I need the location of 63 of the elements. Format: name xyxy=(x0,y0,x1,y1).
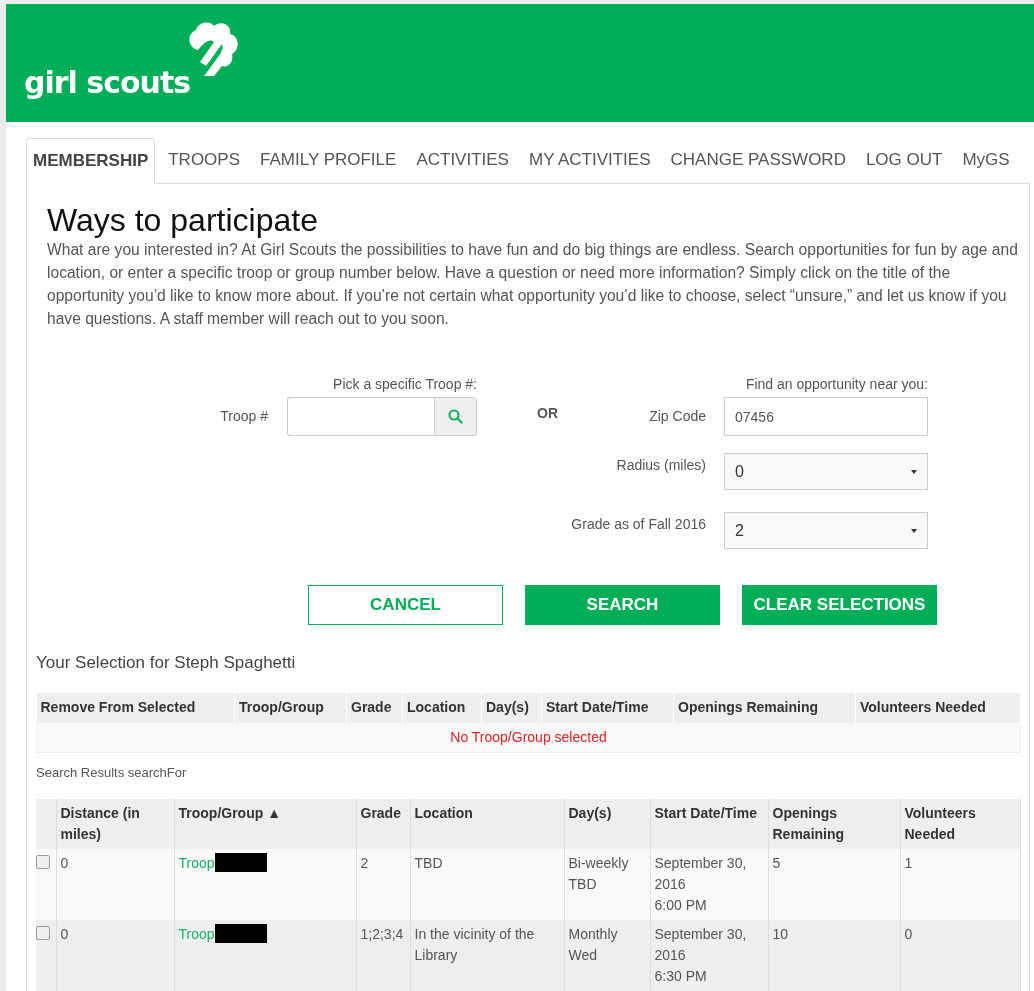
column-header[interactable]: Openings Remaining xyxy=(768,799,900,849)
table-cell: 1 xyxy=(900,849,1020,920)
table-cell: TBD xyxy=(410,849,564,920)
zip-code-field[interactable]: 07456 xyxy=(724,397,928,436)
row-checkbox[interactable] xyxy=(36,855,50,869)
troop-caption: Pick a specific Troop #: xyxy=(332,376,477,394)
redaction-bar xyxy=(214,924,267,943)
column-header[interactable]: Grade xyxy=(356,799,410,849)
caret-icon xyxy=(911,469,917,474)
column-header[interactable]: Openings Remaining xyxy=(673,693,856,723)
table-cell: 1;2;3;4 xyxy=(356,920,410,991)
table-cell: 0 xyxy=(56,849,174,920)
column-header[interactable]: Location xyxy=(402,693,482,723)
dropdown-field[interactable]: 2 xyxy=(724,512,928,549)
intro-paragraph: What are you interested in? At Girl Scouts the possibilities to have fun and do big things are endless. Search opportunities for fun by age and location, or enter a specific troop or group number below. Have a question or need more information? Simply click on the title of the opportunity you’d like to know more about. If you’re not certain what opportunity you’d like to choose, select “unsure,” and let us know if you have questions. A staff member will reach out to you soon. xyxy=(47,240,1019,329)
search-icon xyxy=(448,409,463,424)
nav-tab[interactable]: ACTIVITIES xyxy=(409,137,516,183)
nav-tab[interactable]: MyGS xyxy=(955,137,1017,183)
column-header[interactable]: Troop/Group ▲ xyxy=(174,799,356,849)
troop-number-field[interactable] xyxy=(287,397,434,436)
table-cell: 2 xyxy=(356,849,410,920)
logo-text: girl scouts xyxy=(24,68,191,98)
results-heading: Search Results searchFor xyxy=(36,765,188,780)
column-header[interactable]: Location xyxy=(410,799,564,849)
column-header[interactable]: Grade xyxy=(346,693,403,723)
location-caption: Find an opportunity near you: xyxy=(744,376,928,394)
table-cell: 10 xyxy=(768,920,900,991)
dropdown-field[interactable]: 0 xyxy=(724,453,928,490)
table-cell: September 30, 2016 6:00 PM xyxy=(650,849,768,920)
column-header[interactable]: Start Date/Time xyxy=(541,693,674,723)
field-label: Grade as of Fall 2016 xyxy=(570,515,707,534)
field-label: Troop # xyxy=(219,407,269,426)
redaction-bar xyxy=(214,853,267,872)
field-label: Zip Code xyxy=(648,407,707,426)
search-button[interactable] xyxy=(434,397,477,436)
column-header[interactable]: Troop/Group xyxy=(234,693,347,723)
empty-message: No Troop/Group selected xyxy=(36,722,1021,753)
column-header[interactable]: Distance (in miles) xyxy=(56,799,174,849)
nav-tab[interactable]: FAMILY PROFILE xyxy=(253,137,404,183)
table-cell: 0 xyxy=(900,920,1020,991)
table-cell: 0 xyxy=(56,920,174,991)
page-title: Ways to participate xyxy=(47,202,319,238)
table-cell: Bi-weekly TBD xyxy=(564,849,650,920)
nav-tab[interactable]: MY ACTIVITIES xyxy=(521,137,658,183)
column-header[interactable]: Day(s) xyxy=(481,693,542,723)
column-header[interactable]: Day(s) xyxy=(564,799,650,849)
row-checkbox[interactable] xyxy=(36,926,50,940)
column-header[interactable]: Volunteers Needed xyxy=(900,799,1020,849)
caret-icon xyxy=(911,528,917,533)
section-heading: Your Selection for Steph Spaghetti xyxy=(36,653,297,673)
column-header[interactable]: Start Date/Time xyxy=(650,799,768,849)
nav-tab[interactable]: MEMBERSHIP xyxy=(26,138,156,184)
table-cell: In the vicinity of the Library xyxy=(410,920,564,991)
column-header[interactable]: Volunteers Needed xyxy=(855,693,1021,723)
nav-tab[interactable]: LOG OUT xyxy=(858,137,950,183)
nav-tab[interactable]: CHANGE PASSWORD xyxy=(663,137,853,183)
or-separator: OR xyxy=(536,404,556,423)
nav-tab[interactable]: TROOPS xyxy=(161,137,248,183)
field-label: Radius (miles) xyxy=(615,456,707,475)
table-cell: Monthly Wed xyxy=(564,920,650,991)
table-cell: September 30, 2016 6:30 PM xyxy=(650,920,768,991)
column-header[interactable]: Remove From Selected xyxy=(36,693,235,723)
table-cell: 5 xyxy=(768,849,900,920)
